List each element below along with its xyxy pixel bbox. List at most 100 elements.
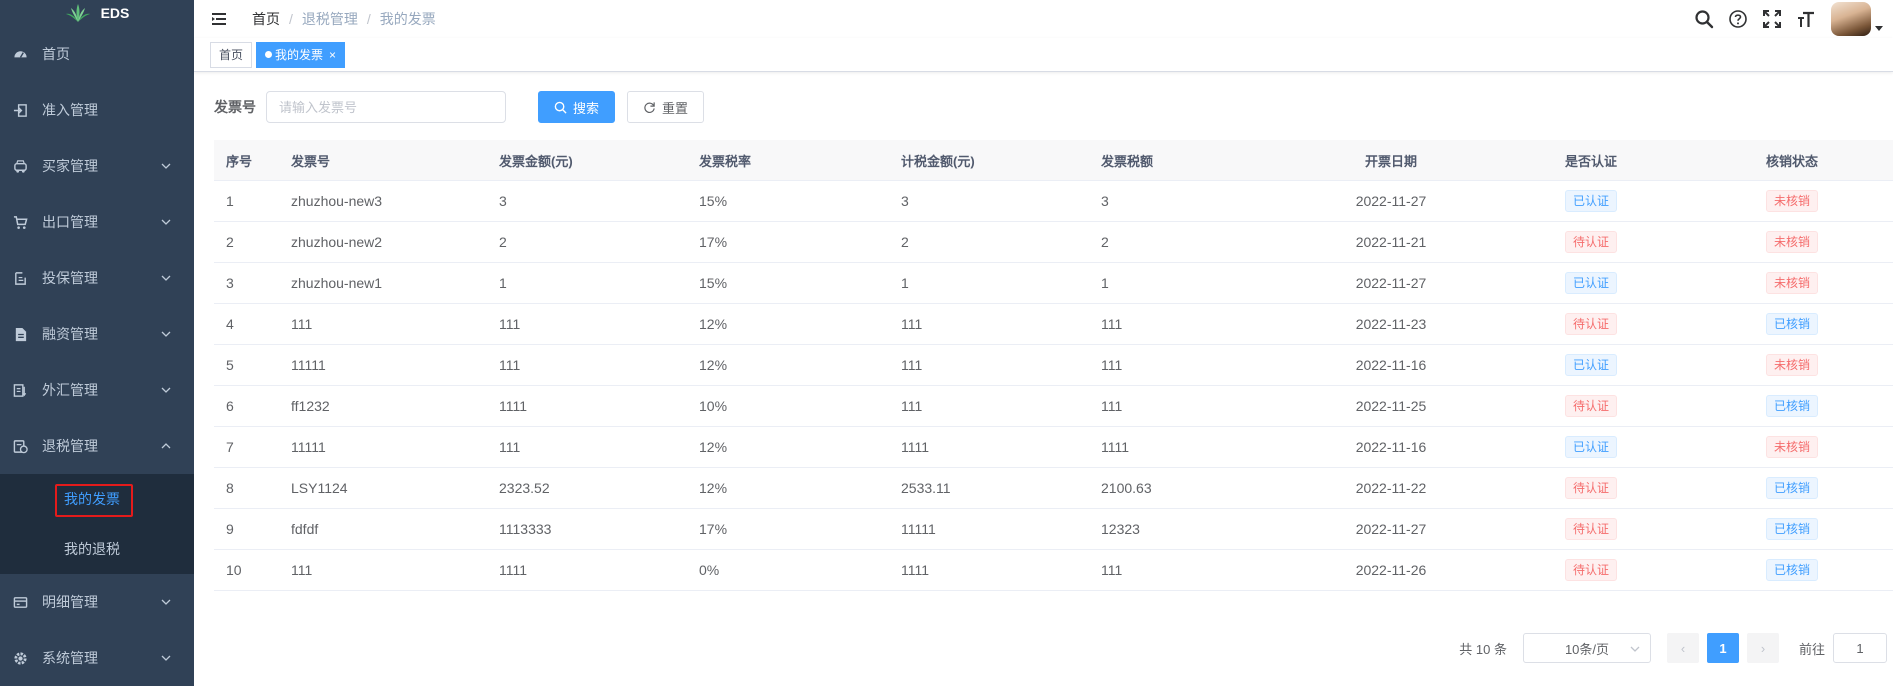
table-cell: 1111 [901,562,930,578]
invoice-table: 序号 发票号 发票金额(元) 发票税率 计税金额(元) 发票税额 开票日期 是否认证 核销状态 … [214,140,1893,591]
table-cell: 111 [291,316,313,332]
search-form: 发票号 搜索 重置 [214,91,705,123]
table-row[interactable]: 2 zhuzhou-new2 2 17% 2 2 2022-11-21 待认证 未核销 [214,222,1893,263]
table-row[interactable]: 6 ff1232 1111 10% 111 111 2022-11-25 待认证 已核销 [214,386,1893,427]
table-cell: 1 [499,275,507,291]
status-badge: 待认证 [1564,395,1617,417]
exchange-icon [12,382,28,398]
table-cell: zhuzhou-new1 [291,275,383,291]
cell-certified: 已认证 [1491,272,1691,294]
sidebar-item-financing[interactable]: 融资管理 [0,306,194,362]
breadcrumb-tax-refund: 退税管理 [301,11,358,27]
table-row[interactable]: 10 111 1111 0% 1111 111 2022-11-26 待认证 已核销 [214,550,1893,591]
logo: EDS [0,0,194,26]
sidebar-item-label: 投保管理 [42,270,98,286]
help-icon[interactable] [1727,8,1749,30]
table-cell: 2323.52 [499,480,550,496]
table-cell: 1111 [499,562,528,578]
sidebar-item-home[interactable]: 首页 [0,26,194,82]
table-cell: zhuzhou-new2 [291,234,383,250]
fullscreen-icon[interactable] [1761,8,1783,30]
page-number-1[interactable]: 1 [1706,633,1739,663]
search-icon[interactable] [1693,8,1715,30]
page-size-select[interactable]: 10条/页 [1522,633,1651,663]
refresh-icon [644,101,655,113]
finance-icon [12,326,28,342]
sidebar-item-label: 融资管理 [42,326,98,342]
cell-writeoff: 未核销 [1691,272,1893,294]
tags-view: 首页 我的发票 × [194,38,1893,72]
tag-my-invoices[interactable]: 我的发票 × [256,41,346,68]
table-cell: 111 [499,316,521,332]
buyer-icon [12,158,28,174]
breadcrumb: 首页 / 退税管理 / 我的发票 [252,9,436,29]
column-header: 开票日期 [1364,153,1417,169]
close-icon[interactable]: × [329,48,336,62]
breadcrumb-home[interactable]: 首页 [252,9,280,29]
sidebar-item-export[interactable]: 出口管理 [0,194,194,250]
sidebar-item-insurance[interactable]: 投保管理 [0,250,194,306]
jump-page-input[interactable]: 1 [1833,633,1887,663]
sidebar-item-access[interactable]: 准入管理 [0,82,194,138]
pagination: 共 10 条 10条/页 ‹ 1 › 前往 1 [1459,633,1893,663]
table-cell: 1111 [1101,439,1130,455]
cell-certified: 待认证 [1491,313,1691,335]
table-cell: 15% [699,193,728,209]
breadcrumb-separator: / [289,11,293,27]
table-row[interactable]: 4 111 111 12% 111 111 2022-11-23 待认证 已核销 [214,304,1893,345]
submenu-item-my-tax-refunds[interactable]: 我的退税 [0,524,194,574]
sidebar-item-label: 买家管理 [42,158,98,174]
reset-button[interactable]: 重置 [627,91,705,123]
status-badge: 已核销 [1765,313,1818,335]
table-cell: 2022-11-27 [1355,193,1427,209]
table-row[interactable]: 5 11111 111 12% 111 111 2022-11-16 已认证 未核销 [214,345,1893,386]
avatar[interactable] [1831,2,1871,36]
jump-label: 前往 [1798,641,1825,657]
sidebar-item-forex[interactable]: 外汇管理 [0,362,194,418]
tag-home[interactable]: 首页 [210,41,253,68]
system-icon [12,650,28,666]
status-badge: 已核销 [1765,559,1818,581]
table-cell: 11111 [291,357,326,373]
chevron-down-icon [1630,646,1640,652]
table-cell: 12323 [1101,521,1140,537]
table-cell: 2 [1101,234,1109,250]
table-row[interactable]: 3 zhuzhou-new1 1 15% 1 1 2022-11-27 已认证 未核销 [214,263,1893,304]
table-cell: 1 [226,193,234,209]
table-cell: 2022-11-26 [1355,562,1427,578]
table-cell: 15% [699,275,728,291]
hamburger-icon[interactable] [210,9,230,29]
table-cell: 9 [226,521,234,537]
dashboard-icon [12,46,28,62]
table-cell: 2022-11-27 [1355,521,1427,537]
font-size-icon[interactable] [1795,8,1817,30]
table-cell: 111 [1101,398,1123,414]
table-row[interactable]: 9 fdfdf 1113333 17% 11111 12323 2022-11-27 待认证 已… [214,509,1893,550]
sidebar-item-buyer[interactable]: 买家管理 [0,138,194,194]
table-cell: 2022-11-25 [1355,398,1427,414]
caret-down-icon[interactable] [1875,24,1883,32]
search-button[interactable]: 搜索 [538,91,616,123]
sidebar-item-label: 首页 [42,46,70,62]
table-cell: 11111 [901,521,936,537]
column-header: 发票号 [291,153,331,169]
table-row[interactable]: 7 11111 111 12% 1111 1111 2022-11-16 已认证 未核销 [214,427,1893,468]
invoice-number-input[interactable] [266,91,506,123]
table-row[interactable]: 8 LSY1124 2323.52 12% 2533.11 2100.63 2022-11-… [214,468,1893,509]
sidebar-item-details[interactable]: 明细管理 [0,574,194,630]
submenu-item-my-invoices[interactable]: 我的发票 [0,474,194,524]
sidebar-item-system[interactable]: 系统管理 [0,630,194,686]
cell-certified: 待认证 [1491,559,1691,581]
status-badge: 已核销 [1765,395,1818,417]
cell-certified: 已认证 [1491,436,1691,458]
sidebar-item-tax-refund[interactable]: 退税管理 [0,418,194,474]
breadcrumb-separator: / [366,11,371,27]
status-badge: 待认证 [1564,231,1617,253]
next-page-button[interactable]: › [1746,633,1779,663]
chevron-down-icon [161,331,171,337]
table-row[interactable]: 1 zhuzhou-new3 3 15% 3 3 2022-11-27 已认证 未核销 [214,181,1893,222]
sidebar-item-label: 外汇管理 [42,382,98,398]
logo-text: EDS [100,5,130,21]
prev-page-button[interactable]: ‹ [1666,633,1699,663]
cell-writeoff: 未核销 [1691,436,1893,458]
